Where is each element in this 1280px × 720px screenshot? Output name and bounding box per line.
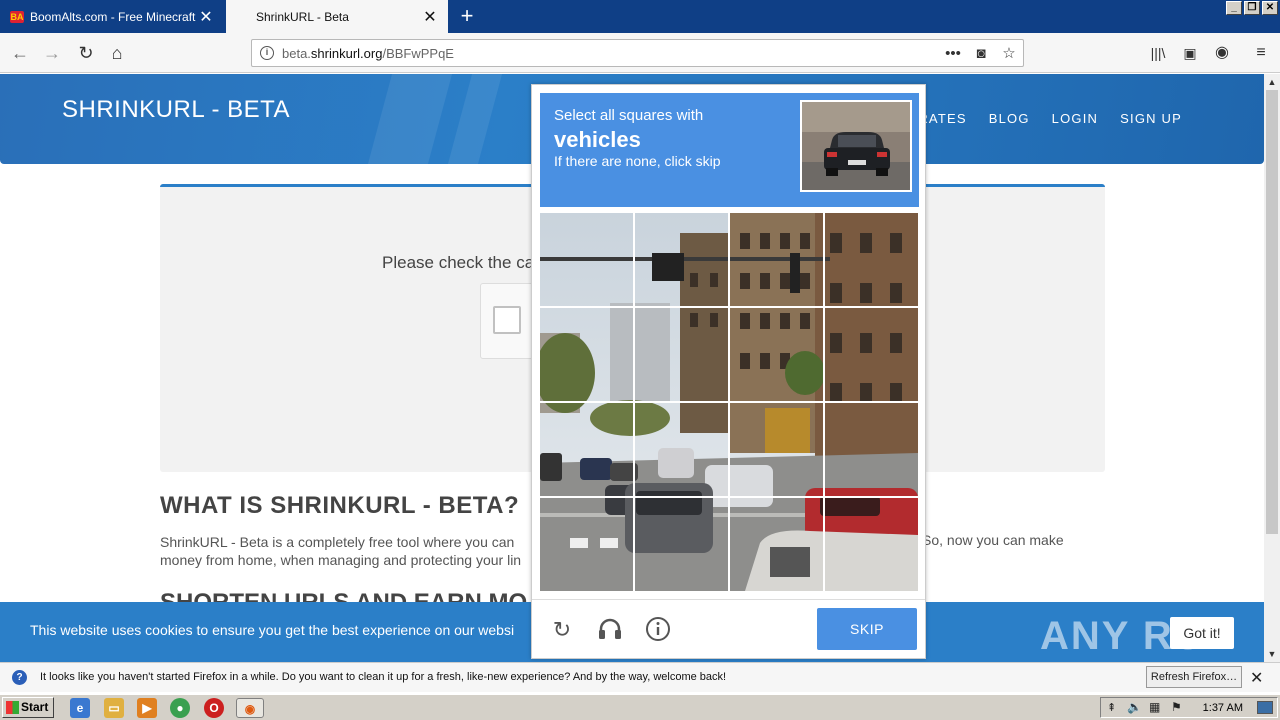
tab-boomalts[interactable]: BA BoomAlts.com - Free Minecraft Ac ✕ [0, 0, 224, 33]
sidebar-icon[interactable]: ▣ [1178, 41, 1202, 65]
windows-flag-icon [6, 701, 19, 714]
menu-signup[interactable]: SIGN UP [1120, 111, 1182, 126]
challenge-image-grid [540, 213, 918, 591]
windows-taskbar: Start e ▭ ▶ ● O ◉ ⇞ 🔈 ▦ ⚑ 1:37 AM [0, 694, 1280, 720]
firefox-notification-bar: ? It looks like you haven't started Fire… [0, 662, 1280, 692]
challenge-keyword: vehicles [554, 127, 641, 152]
what-is-text-tail: So, now you can make [922, 532, 1064, 548]
firefox-taskbar-icon[interactable]: ◉ [236, 698, 264, 718]
audio-challenge-icon[interactable] [596, 616, 624, 644]
grid-tile-4-4[interactable] [825, 498, 918, 591]
grid-tile-1-3[interactable] [730, 213, 823, 306]
reload-icon[interactable]: ↻ [74, 41, 98, 65]
minimize-icon[interactable]: _ [1226, 1, 1242, 15]
network-icon[interactable]: ▦ [1149, 700, 1160, 714]
grid-tile-4-1[interactable] [540, 498, 633, 591]
forward-icon[interactable]: → [40, 41, 64, 65]
volume-icon[interactable]: 🔈 [1127, 700, 1142, 714]
grid-tile-2-3[interactable] [730, 308, 823, 401]
cookie-message: This website uses cookies to ensure you … [30, 622, 515, 638]
pocket-icon[interactable]: ◙ [967, 45, 995, 62]
close-tab-icon[interactable]: ✕ [198, 7, 214, 27]
url-text[interactable]: beta.shrinkurl.org/BBFwPPqE [282, 46, 939, 61]
navigation-toolbar: ← → ↻ ⌂ i beta.shrinkurl.org/BBFwPPqE ••… [0, 33, 1280, 73]
chrome-icon[interactable]: ● [170, 698, 190, 718]
grid-tile-3-1[interactable] [540, 403, 633, 496]
help-info-icon[interactable] [644, 616, 672, 644]
grid-tile-4-2[interactable] [635, 498, 728, 591]
tab-title: BoomAlts.com - Free Minecraft Ac [30, 9, 198, 24]
grid-tile-1-1[interactable] [540, 213, 633, 306]
page-actions-icon[interactable]: ••• [939, 45, 967, 62]
refresh-firefox-button[interactable]: Refresh Firefox… [1146, 666, 1242, 688]
recaptcha-checkbox[interactable] [493, 306, 521, 334]
start-button[interactable]: Start [2, 697, 54, 718]
account-icon[interactable]: ◉ [1210, 41, 1234, 65]
opera-icon[interactable]: O [204, 698, 224, 718]
got-it-button[interactable]: Got it! [1170, 617, 1234, 649]
media-player-icon[interactable]: ▶ [137, 698, 157, 718]
back-icon[interactable]: ← [8, 41, 32, 65]
grid-tile-3-4[interactable] [825, 403, 918, 496]
reload-challenge-icon[interactable]: ↻ [548, 616, 576, 644]
site-brand[interactable]: SHRINKURL - BETA [62, 96, 290, 124]
check-prompt: Please check the ca [382, 253, 535, 272]
menu-hamburger-icon[interactable]: ≡ [1249, 41, 1273, 65]
boomalts-favicon-icon: BA [10, 10, 24, 23]
menu-login[interactable]: LOGIN [1052, 111, 1098, 126]
example-vehicle-image [800, 100, 912, 192]
skip-button[interactable]: SKIP [817, 608, 917, 650]
grid-tile-2-4[interactable] [825, 308, 918, 401]
page-scrollbar[interactable]: ▲ ▼ [1264, 74, 1280, 662]
challenge-instruction: Select all squares with [554, 107, 704, 124]
tab-shrinkurl[interactable]: ShrinkURL - Beta ✕ [226, 0, 448, 33]
library-icon[interactable]: |||\ [1146, 41, 1170, 65]
show-desktop-icon[interactable] [1257, 701, 1273, 714]
bookmark-star-icon[interactable]: ☆ [995, 44, 1023, 62]
tab-title: ShrinkURL - Beta [256, 9, 349, 24]
grid-tile-2-2[interactable] [635, 308, 728, 401]
grid-tile-1-2[interactable] [635, 213, 728, 306]
grid-tile-3-2[interactable] [635, 403, 728, 496]
recaptcha-challenge: Select all squares with vehicles If ther… [531, 84, 926, 659]
challenge-header: Select all squares with vehicles If ther… [540, 93, 919, 207]
challenge-footer: ↻ SKIP [532, 599, 925, 659]
explorer-icon[interactable]: ▭ [104, 698, 124, 718]
scroll-up-icon[interactable]: ▲ [1264, 74, 1280, 90]
question-icon: ? [12, 670, 27, 685]
what-is-text-line2: money from home, when managing and prote… [160, 552, 522, 568]
window-controls: _ ❐ ✕ [1226, 1, 1278, 15]
home-icon[interactable]: ⌂ [105, 41, 129, 65]
grid-tile-4-3[interactable] [730, 498, 823, 591]
tab-bar: BA BoomAlts.com - Free Minecraft Ac ✕ Sh… [0, 0, 1280, 33]
url-bar[interactable]: i beta.shrinkurl.org/BBFwPPqE ••• ◙ ☆ [251, 39, 1024, 67]
challenge-hint: If there are none, click skip [554, 153, 721, 169]
what-is-heading: WHAT IS SHRINKURL - BETA? [160, 492, 520, 519]
close-tab-icon[interactable]: ✕ [422, 7, 438, 27]
action-center-flag-icon[interactable]: ⚑ [1171, 700, 1182, 714]
close-notification-icon[interactable]: ✕ [1250, 668, 1263, 688]
site-menu: RATES BLOG LOGIN SIGN UP [918, 111, 1182, 126]
grid-tile-2-1[interactable] [540, 308, 633, 401]
new-tab-icon[interactable]: + [456, 3, 478, 29]
scroll-thumb[interactable] [1266, 90, 1278, 534]
grid-tile-1-4[interactable] [825, 213, 918, 306]
system-tray: ⇞ 🔈 ▦ ⚑ 1:37 AM [1100, 697, 1278, 718]
notification-message: It looks like you haven't started Firefo… [40, 671, 727, 683]
menu-blog[interactable]: BLOG [989, 111, 1030, 126]
close-window-icon[interactable]: ✕ [1262, 1, 1278, 15]
ie-icon[interactable]: e [70, 698, 90, 718]
scroll-down-icon[interactable]: ▼ [1264, 646, 1280, 662]
clock: 1:37 AM [1202, 702, 1243, 714]
site-info-icon[interactable]: i [260, 46, 274, 60]
maximize-icon[interactable]: ❐ [1244, 1, 1260, 15]
grid-tile-3-3[interactable] [730, 403, 823, 496]
tray-arrow-icon[interactable]: ⇞ [1107, 701, 1116, 714]
